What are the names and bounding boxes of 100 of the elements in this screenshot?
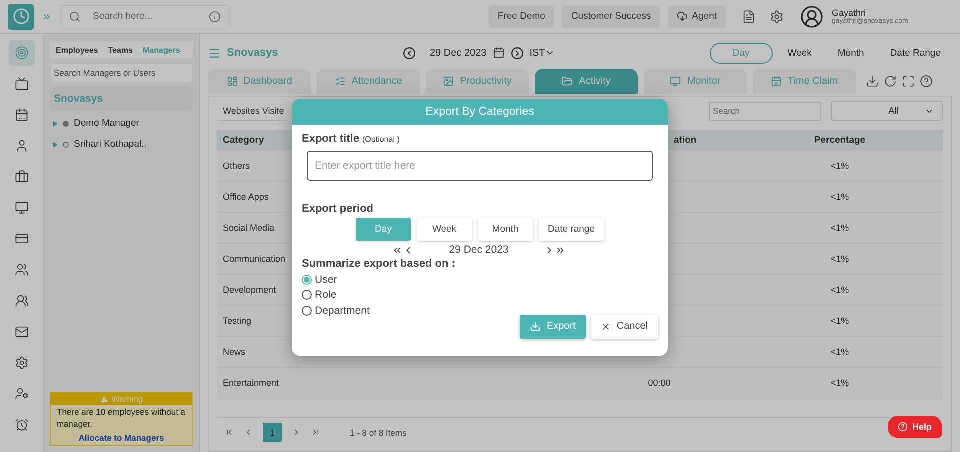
date-text: 29 Dec 2023 (448, 244, 510, 256)
radio-button[interactable] (302, 306, 312, 316)
table-cell: <1% (830, 316, 850, 326)
agent-button[interactable]: Agent (668, 6, 726, 28)
radio-button[interactable] (302, 274, 312, 285)
table-cell: 00:00 (648, 378, 671, 388)
date-text: 29 Dec 2023 (430, 48, 487, 58)
manager-search-field[interactable]: Search Managers or Users (50, 63, 193, 83)
alarm-clock-icon (14, 418, 28, 432)
table-cell: Testing (223, 316, 252, 326)
search-field[interactable]: Search here... (60, 4, 230, 28)
header-button[interactable]: Free Demo (488, 6, 554, 28)
monitor-icon (14, 201, 28, 215)
settings-icon (770, 10, 784, 24)
period-button[interactable]: Date range (539, 218, 604, 241)
radio-button[interactable] (302, 290, 312, 300)
radio-label[interactable]: Department (315, 304, 370, 317)
calendar-icon (492, 47, 505, 59)
last-icon[interactable] (555, 244, 566, 256)
tv-icon (14, 77, 28, 91)
table-cell: <1% (830, 347, 850, 357)
allocate-link[interactable]: Allocate to Managers (51, 433, 192, 445)
table-search-field[interactable]: Search (709, 102, 821, 120)
help-icon (898, 422, 908, 432)
table-cell: <1% (830, 254, 850, 264)
image-icon (443, 76, 454, 86)
checklist-icon (334, 76, 346, 86)
settings-icon (14, 356, 28, 370)
panel-tab[interactable]: Teams (108, 46, 134, 55)
table-cell: Social Media (223, 223, 275, 233)
previous-icon[interactable] (403, 46, 416, 60)
table-cell: Development (223, 285, 276, 295)
warning-text: There are 10 employees without a manager. (56, 406, 187, 432)
page-button[interactable]: 1 (263, 423, 282, 442)
period-tab[interactable]: Date Range (879, 42, 952, 64)
table-cell: <1% (830, 161, 850, 171)
table-cell: <1% (830, 223, 850, 233)
radio-label[interactable]: Role (315, 289, 337, 302)
group-icon (14, 294, 28, 308)
dialog-title: Export By Categories (292, 99, 668, 125)
column-header: Category (223, 134, 264, 146)
field-label: Summarize export based on : (302, 258, 456, 270)
filter-select[interactable]: All (831, 101, 943, 121)
briefcase-icon (14, 170, 28, 184)
user-icon (14, 139, 28, 153)
export-title-field[interactable]: Enter export title here (307, 151, 653, 181)
table-cell: <1% (830, 378, 850, 388)
table-cell: News (223, 347, 246, 357)
help-icon (920, 74, 933, 88)
refresh-icon (884, 74, 897, 88)
fullscreen-icon (902, 74, 915, 88)
field-label: Export period (302, 203, 375, 215)
page-info: 1 - 8 of 8 Items (350, 428, 407, 438)
table-cell: Entertainment (223, 378, 280, 388)
avatar-icon (800, 4, 824, 28)
column-header: Percentage (814, 134, 866, 146)
warning-title: Warning (112, 394, 144, 404)
users-icon (14, 263, 28, 277)
last-page-icon (311, 428, 320, 437)
panel-tab[interactable]: Employees (56, 46, 98, 55)
download-icon (866, 74, 879, 88)
table-cell: Others (223, 161, 250, 171)
radio-label[interactable]: User (315, 274, 338, 286)
previous-page-icon (244, 428, 253, 437)
folder-icon (562, 76, 574, 86)
cloud-download-icon (677, 11, 688, 22)
table-cell: Communication (223, 254, 286, 264)
next-icon[interactable] (510, 46, 524, 60)
user-settings-icon (14, 387, 28, 401)
cancel-button[interactable]: Cancel (590, 314, 658, 338)
card-icon (14, 232, 28, 246)
monitor-icon (670, 76, 682, 86)
target-icon (14, 46, 28, 60)
first-icon[interactable] (392, 244, 403, 256)
calendar-icon (14, 108, 28, 122)
mail-icon (14, 325, 28, 339)
table-cell: <1% (830, 285, 850, 295)
info-icon (209, 10, 221, 22)
document-icon (742, 10, 756, 24)
manager-name[interactable]: Demo Manager (74, 118, 140, 129)
search-icon (69, 10, 81, 22)
user-name: Gayathri (832, 8, 866, 18)
period-button[interactable]: Month (478, 218, 533, 241)
manager-name[interactable]: Srihari Kothapal.. (74, 139, 147, 150)
calendar-check-icon (770, 76, 782, 86)
period-tab[interactable]: Week (776, 42, 823, 64)
table-cell: Office Apps (223, 192, 269, 202)
help-button[interactable]: Help (888, 416, 942, 438)
first-page-icon (225, 428, 234, 437)
dashboard-icon (226, 76, 238, 86)
next-page-icon (292, 428, 301, 437)
column-header: ation (674, 134, 697, 146)
timezone-select[interactable]: IST (530, 48, 556, 58)
period-tab[interactable]: Month (826, 42, 876, 64)
header-button[interactable]: Customer Success (562, 6, 660, 28)
table-cell: <1% (830, 192, 850, 202)
websites-tab[interactable]: Websites Visite (217, 102, 287, 120)
period-button[interactable]: Week (417, 218, 472, 241)
field-label: Export title (Optional ) (302, 133, 401, 145)
download-icon (530, 321, 541, 332)
